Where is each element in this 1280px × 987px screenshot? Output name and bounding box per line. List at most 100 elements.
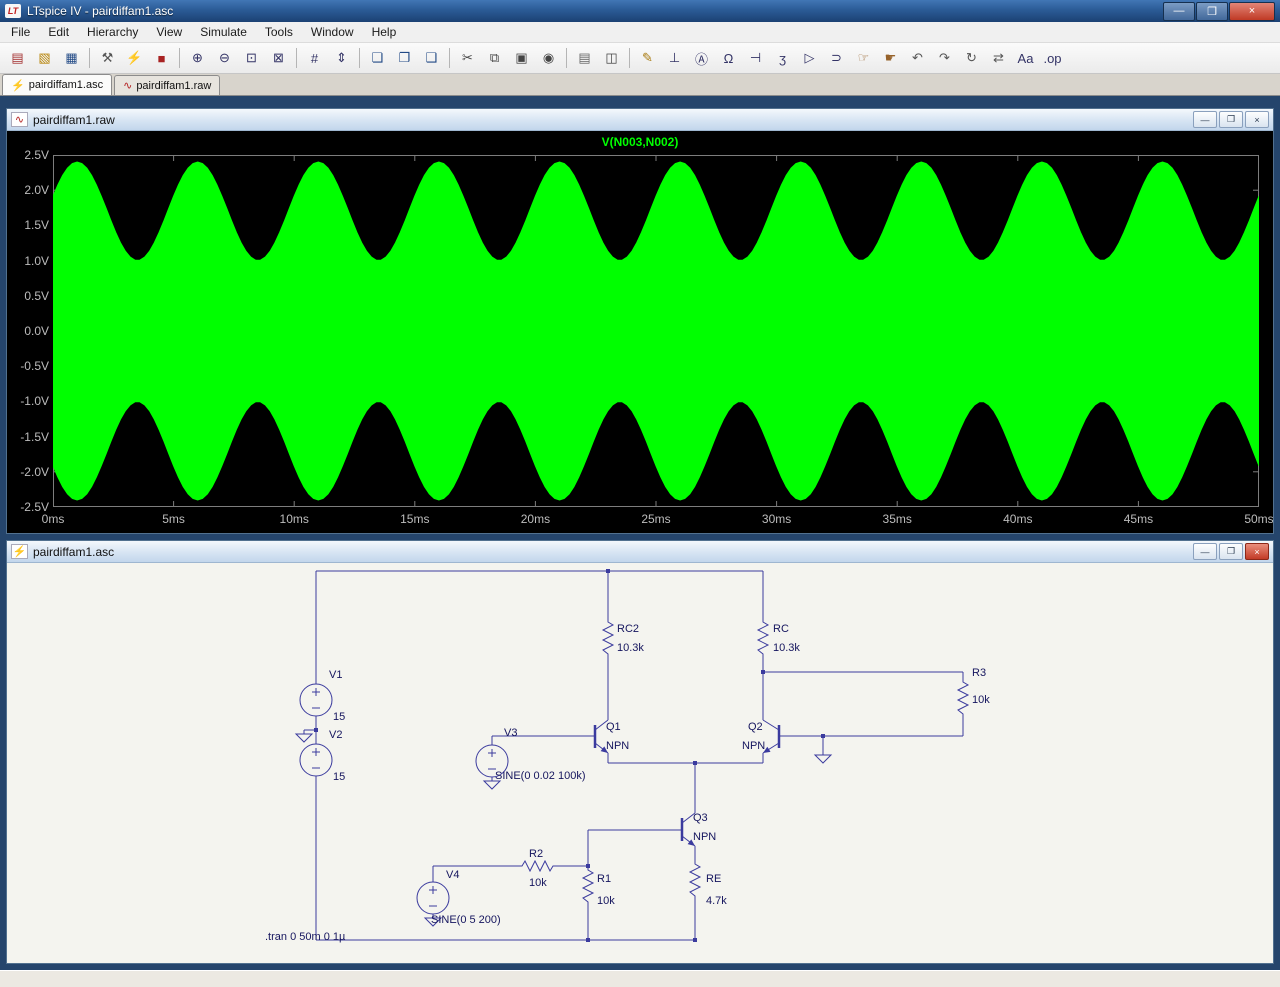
run-icon[interactable]: ⚡ xyxy=(121,45,148,71)
schematic-label[interactable]: 10.3k xyxy=(617,642,644,654)
copy-icon[interactable]: ⧉ xyxy=(481,45,508,71)
menu-tools[interactable]: Tools xyxy=(256,23,302,41)
schematic-label[interactable]: RC xyxy=(773,623,789,635)
ground-icon[interactable]: ⊥ xyxy=(661,45,688,71)
diode-icon[interactable]: ▷ xyxy=(796,45,823,71)
app-title-bar[interactable]: LT LTspice IV - pairdiffam1.asc — ❐ × xyxy=(0,0,1280,22)
zoom-out-icon[interactable]: ⊖ xyxy=(211,45,238,71)
schematic-label[interactable]: NPN xyxy=(693,831,716,843)
rotate-icon[interactable]: ↻ xyxy=(958,45,985,71)
schematic-drawing[interactable]: V1 15 V2 15 RC2 10.3k RC 10.3k R3 10k Q1 NPN Q2 NPN V3… xyxy=(7,563,1273,963)
draw-wire-icon[interactable]: ✎ xyxy=(634,45,661,71)
capacitor-icon[interactable]: ⊣ xyxy=(742,45,769,71)
zoom-in-icon[interactable]: ⊕ xyxy=(184,45,211,71)
find-icon[interactable]: ◉ xyxy=(535,45,562,71)
schematic-label[interactable]: SINE(0 0.02 100k) xyxy=(495,770,586,782)
resistor-symbol[interactable] xyxy=(518,859,558,873)
menu-simulate[interactable]: Simulate xyxy=(191,23,256,41)
label-net-icon[interactable]: Ⓐ xyxy=(688,45,715,71)
mirror-icon[interactable]: ⇄ xyxy=(985,45,1012,71)
save-icon[interactable]: ▦ xyxy=(58,45,85,71)
schematic-label[interactable]: V2 xyxy=(329,729,342,741)
paste-icon[interactable]: ▣ xyxy=(508,45,535,71)
waveform-minimize-button[interactable]: — xyxy=(1193,111,1217,128)
menu-edit[interactable]: Edit xyxy=(39,23,78,41)
resistor-icon[interactable]: Ω xyxy=(715,45,742,71)
move-icon[interactable]: ☞ xyxy=(850,45,877,71)
menu-window[interactable]: Window xyxy=(302,23,363,41)
resistor-symbol[interactable] xyxy=(601,618,615,658)
tab-label: pairdiffam1.raw xyxy=(136,79,212,92)
schematic-label[interactable]: NPN xyxy=(606,740,629,752)
print-preview-icon[interactable]: ▤ xyxy=(571,45,598,71)
schematic-label[interactable]: RC2 xyxy=(617,623,639,635)
ground-symbol[interactable] xyxy=(482,780,502,790)
maximize-button[interactable]: ❐ xyxy=(1196,1,1228,21)
schematic-label[interactable]: Q2 xyxy=(748,721,763,733)
waveform-maximize-button[interactable]: ❐ xyxy=(1219,111,1243,128)
text-icon[interactable]: Aa xyxy=(1012,45,1039,71)
drag-icon[interactable]: ☛ xyxy=(877,45,904,71)
schematic-label[interactable]: V4 xyxy=(446,869,459,881)
tab-pairdiffam1.asc[interactable]: ⚡ pairdiffam1.asc xyxy=(2,74,113,95)
zoom-full-extents-icon[interactable]: ⊠ xyxy=(265,45,292,71)
ground-symbol[interactable] xyxy=(813,754,833,764)
schematic-label[interactable]: SINE(0 5 200) xyxy=(431,914,501,926)
open-icon[interactable]: ▧ xyxy=(31,45,58,71)
schematic-label[interactable]: NPN xyxy=(742,740,765,752)
zoom-area-icon[interactable]: ⊡ xyxy=(238,45,265,71)
schematic-label[interactable]: 10k xyxy=(529,877,547,889)
schematic-label[interactable]: 15 xyxy=(333,771,345,783)
resistor-symbol[interactable] xyxy=(756,618,770,658)
print-icon[interactable]: ◫ xyxy=(598,45,625,71)
menu-hierarchy[interactable]: Hierarchy xyxy=(78,23,147,41)
schematic-label[interactable]: .tran 0 50m 0 1µ xyxy=(265,931,346,943)
waveform-close-button[interactable]: × xyxy=(1245,111,1269,128)
schematic-label[interactable]: V1 xyxy=(329,669,342,681)
ground-symbol[interactable] xyxy=(294,733,314,743)
waveform-plot[interactable] xyxy=(53,155,1259,507)
waveform-content[interactable]: V(N003,N002) 2.5V 2.0V 1.5V 1.0V 0.5V 0.0V -0.… xyxy=(7,131,1273,533)
schematic-label[interactable]: 4.7k xyxy=(706,895,727,907)
schematic-label[interactable]: 10k xyxy=(597,895,615,907)
component-icon[interactable]: ⊃ xyxy=(823,45,850,71)
minimize-button[interactable]: — xyxy=(1163,1,1195,21)
resistor-symbol[interactable] xyxy=(956,678,970,718)
schematic-label[interactable]: 15 xyxy=(333,711,345,723)
tab-pairdiffam1.raw[interactable]: ∿ pairdiffam1.raw xyxy=(114,75,221,95)
schematic-label[interactable]: R1 xyxy=(597,873,611,885)
spice-directive-icon[interactable]: .op xyxy=(1039,45,1066,71)
schematic-window-title-bar[interactable]: ⚡ pairdiffam1.asc — ❐ × xyxy=(7,541,1273,563)
schematic-label[interactable]: R3 xyxy=(972,667,986,679)
schematic-close-button[interactable]: × xyxy=(1245,543,1269,560)
schematic-maximize-button[interactable]: ❐ xyxy=(1219,543,1243,560)
schematic-label[interactable]: 10.3k xyxy=(773,642,800,654)
schematic-label[interactable]: Q3 xyxy=(693,812,708,824)
grid-icon[interactable]: # xyxy=(301,45,328,71)
schematic-canvas[interactable]: V1 15 V2 15 RC2 10.3k RC 10.3k R3 10k Q1 NPN Q2 NPN V3… xyxy=(7,563,1273,963)
tile-horizontal-icon[interactable]: ❏ xyxy=(364,45,391,71)
schematic-label[interactable]: V3 xyxy=(504,727,517,739)
menu-view[interactable]: View xyxy=(147,23,191,41)
halt-icon[interactable]: ■ xyxy=(148,45,175,71)
schematic-label[interactable]: RE xyxy=(706,873,721,885)
resistor-symbol[interactable] xyxy=(688,860,702,900)
redo-icon[interactable]: ↷ xyxy=(931,45,958,71)
resistor-symbol[interactable] xyxy=(581,866,595,906)
tile-vertical-icon[interactable]: ❐ xyxy=(391,45,418,71)
menu-file[interactable]: File xyxy=(2,23,39,41)
new-schematic-icon[interactable]: ▤ xyxy=(4,45,31,71)
undo-icon[interactable]: ↶ xyxy=(904,45,931,71)
schematic-label[interactable]: 10k xyxy=(972,694,990,706)
waveform-window-title-bar[interactable]: ∿ pairdiffam1.raw — ❐ × xyxy=(7,109,1273,131)
menu-help[interactable]: Help xyxy=(363,23,406,41)
schematic-label[interactable]: R2 xyxy=(529,848,543,860)
autorange-icon[interactable]: ⇕ xyxy=(328,45,355,71)
schematic-minimize-button[interactable]: — xyxy=(1193,543,1217,560)
schematic-label[interactable]: Q1 xyxy=(606,721,621,733)
close-button[interactable]: × xyxy=(1229,1,1275,21)
cut-icon[interactable]: ✂ xyxy=(454,45,481,71)
inductor-icon[interactable]: ʒ xyxy=(769,45,796,71)
cascade-windows-icon[interactable]: ❑ xyxy=(418,45,445,71)
control-panel-icon[interactable]: ⚒ xyxy=(94,45,121,71)
